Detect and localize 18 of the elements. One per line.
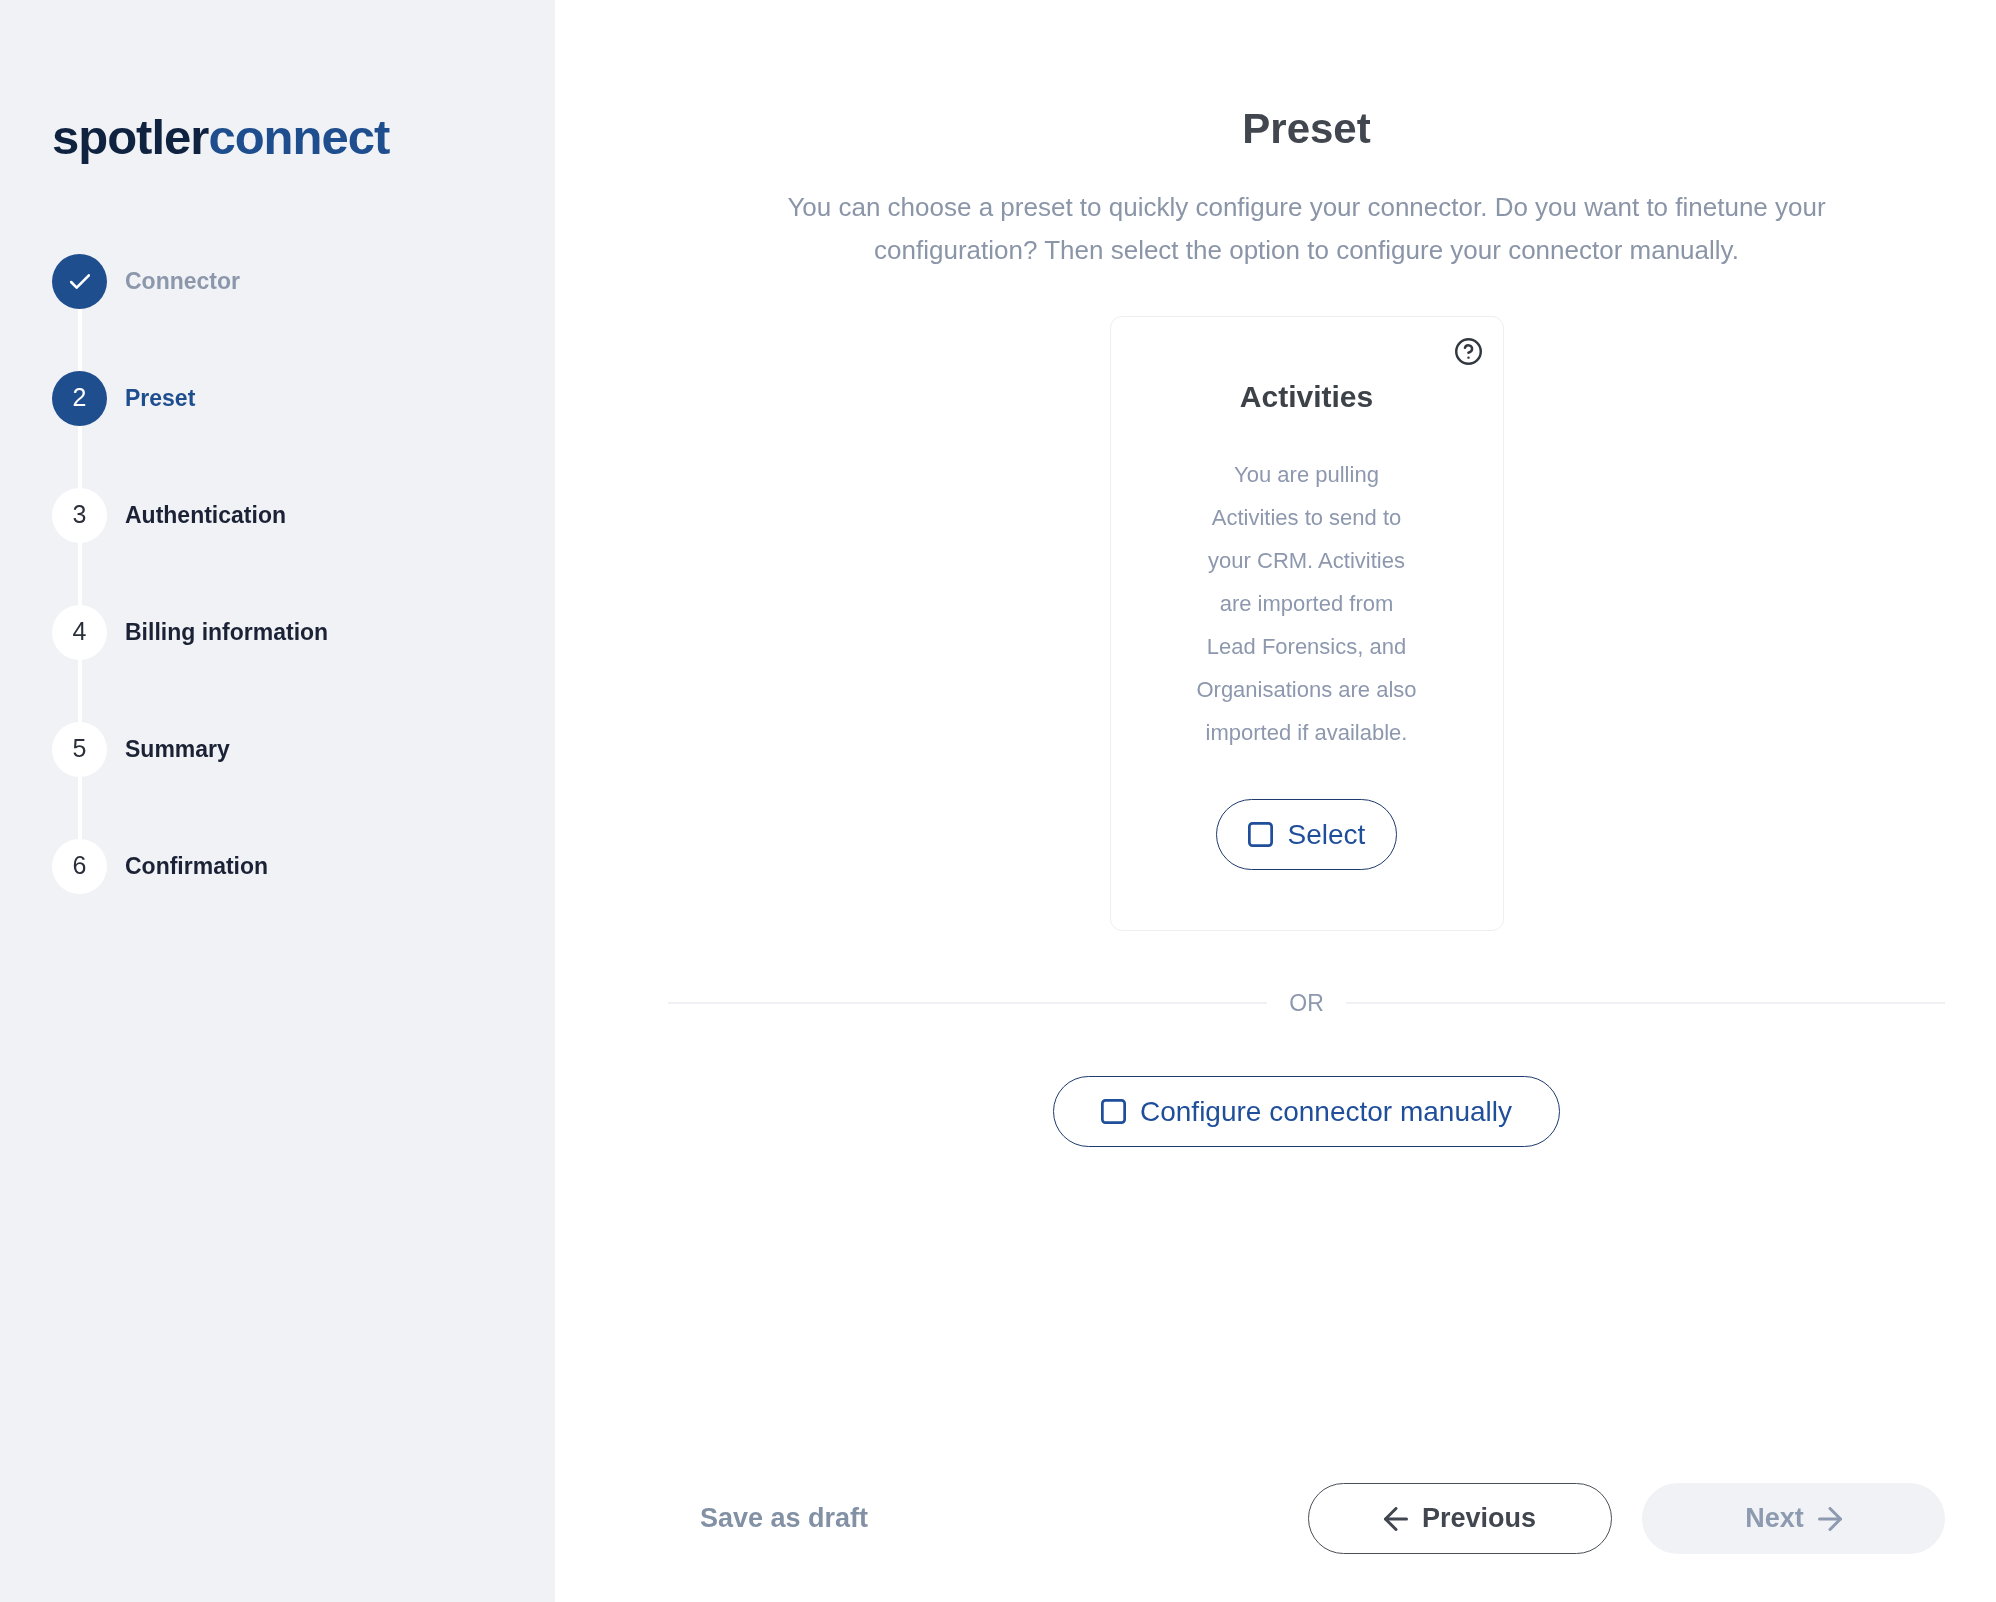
preset-description: You are pulling Activities to send to your CRM. Activities are imported from Lead Forensics, and Organisations are also imported if available. xyxy=(1196,461,1417,747)
step-label[interactable]: Authentication xyxy=(125,497,286,533)
page-description: You can choose a preset to quickly configure your connector. Do you want to finetune your configuration? Then select the option to configure your connector manually. xyxy=(787,191,1826,267)
step-number: 3 xyxy=(52,487,107,543)
arrow-right-icon xyxy=(1817,1506,1842,1531)
preset-title: Activities xyxy=(1239,379,1374,415)
step-number: 2 xyxy=(52,370,107,426)
divider-text: OR xyxy=(1289,989,1324,1018)
step-label[interactable]: Confirmation xyxy=(125,848,269,884)
step-number: 5 xyxy=(52,721,107,777)
logo: spotlerconnect xyxy=(52,110,390,164)
step-label[interactable]: Preset xyxy=(125,380,196,416)
step-number: 6 xyxy=(52,838,107,894)
step-label[interactable]: Summary xyxy=(125,731,230,767)
step-number: 4 xyxy=(52,604,107,660)
help-icon[interactable] xyxy=(1454,338,1482,365)
step-label[interactable]: Billing information xyxy=(125,614,329,650)
page-title: Preset xyxy=(1242,104,1371,154)
